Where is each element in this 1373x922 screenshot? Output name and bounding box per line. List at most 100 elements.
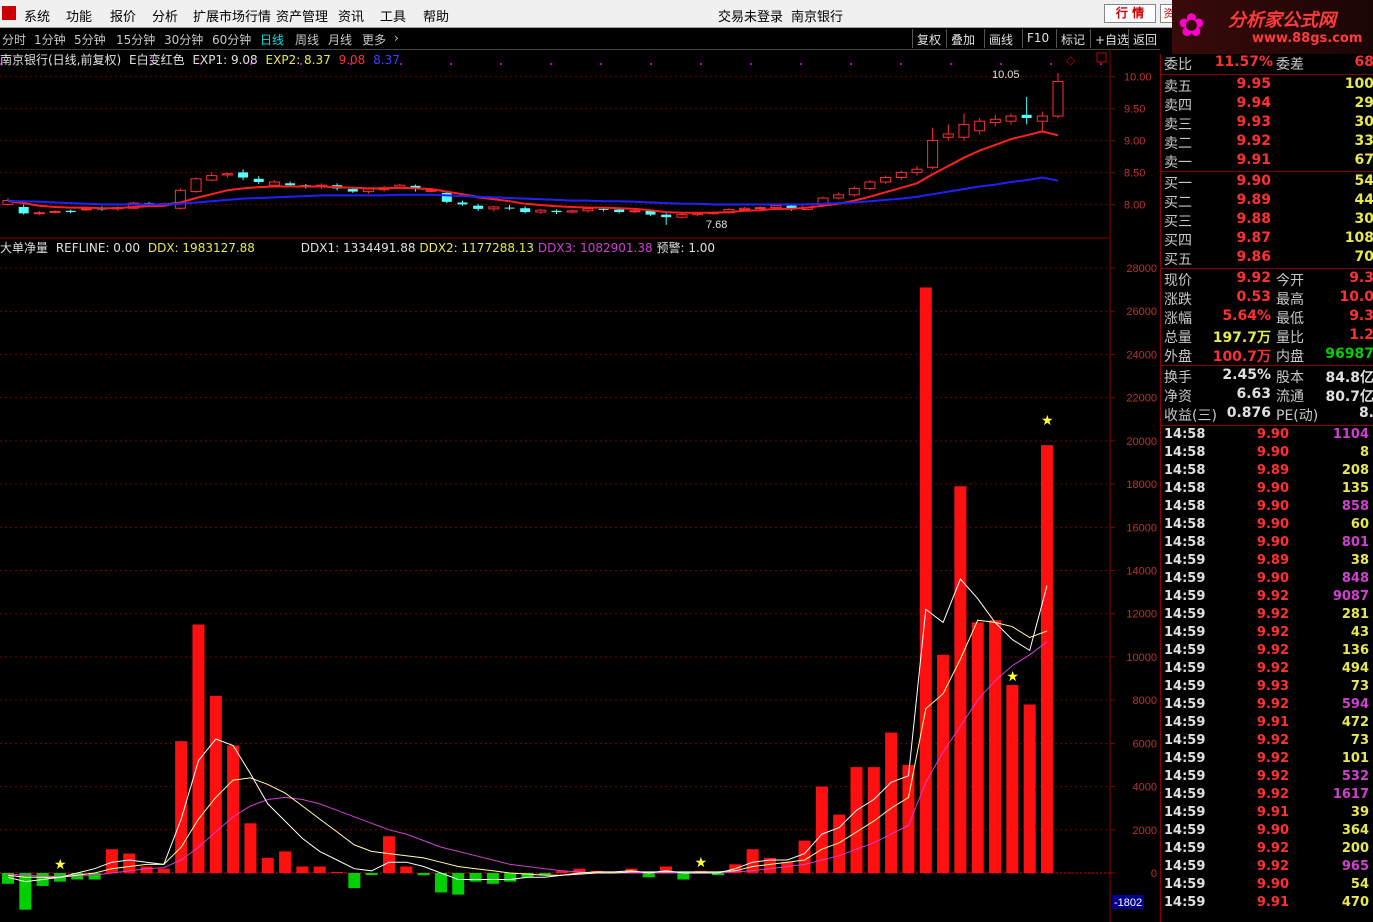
mark-button[interactable]: 标记 xyxy=(1056,29,1089,48)
candle-body xyxy=(206,175,218,181)
brand-title: 分析家公式网 xyxy=(1228,10,1336,31)
stat-value: 197.7万 xyxy=(1212,330,1271,346)
tick-price: 9.90 xyxy=(1256,481,1289,496)
ask-row[interactable]: 卖三 9.93 30 xyxy=(1161,114,1373,133)
ask-row[interactable]: 卖四 9.94 29 xyxy=(1161,95,1373,114)
stat-value: 1.2 xyxy=(1349,327,1373,343)
tick-price: 9.90 xyxy=(1256,877,1289,892)
candle-body xyxy=(190,178,202,193)
menu-info[interactable]: 资讯 xyxy=(338,6,364,25)
stock-name-title: 南京银行 xyxy=(791,10,844,25)
quote-button[interactable]: 行 情 xyxy=(1104,4,1156,23)
ddx-bar xyxy=(140,866,153,873)
bid-label: 买三 xyxy=(1164,214,1192,230)
chevron-right-icon[interactable]: › xyxy=(394,31,399,45)
stat-row: 现价 9.92 今开 9.3 xyxy=(1161,270,1373,289)
tick-volume: 858 xyxy=(1341,499,1369,514)
tick-row: 14:59 9.92 594 xyxy=(1161,697,1373,715)
stat-label: 今开 xyxy=(1276,273,1304,289)
stat-label: 总量 xyxy=(1164,330,1192,346)
period-toolbar: 分时 1分钟 5分钟 15分钟 30分钟 60分钟 日线 周线 月线 更多 › … xyxy=(0,28,1160,50)
tick-price: 9.90 xyxy=(1256,517,1289,532)
period-tab[interactable]: 30分钟 xyxy=(164,31,203,48)
fuquan-button[interactable]: 复权 xyxy=(912,29,945,48)
candle-body xyxy=(864,181,876,189)
period-tab-active[interactable]: 日线 xyxy=(260,31,284,48)
tick-price: 9.92 xyxy=(1256,625,1289,640)
alert-star-icon: ★ xyxy=(54,857,67,873)
menu-asset-management[interactable]: 资产管理 xyxy=(276,6,328,25)
candle-body xyxy=(1052,81,1064,117)
candle-body xyxy=(598,208,609,210)
bid-row[interactable]: 买三 9.88 30 xyxy=(1161,211,1373,230)
tick-time: 14:59 xyxy=(1164,661,1206,676)
menu-tools[interactable]: 工具 xyxy=(380,6,406,25)
period-tab[interactable]: 60分钟 xyxy=(212,31,251,48)
bid-row[interactable]: 买四 9.87 108 xyxy=(1161,230,1373,249)
flower-logo-icon: ✿ xyxy=(1178,6,1205,44)
tick-time: 14:59 xyxy=(1164,877,1206,892)
ddx-bar xyxy=(331,871,344,873)
tick-volume: 9087 xyxy=(1332,589,1369,604)
period-tab[interactable]: 月线 xyxy=(328,31,352,48)
period-tab[interactable]: 15分钟 xyxy=(116,31,155,48)
period-tab[interactable]: 5分钟 xyxy=(74,31,106,48)
period-tab-more[interactable]: 更多 xyxy=(362,31,386,48)
stat-label: 现价 xyxy=(1164,273,1192,289)
ask-row[interactable]: 卖二 9.92 33 xyxy=(1161,133,1373,152)
weibi-row: 委比 11.57% 委差 68 xyxy=(1161,54,1373,73)
tick-volume: 801 xyxy=(1341,535,1369,550)
bid-volume: 108 xyxy=(1344,230,1373,246)
ddx-bar xyxy=(348,873,361,889)
ask-row[interactable]: 卖五 9.95 100 xyxy=(1161,76,1373,95)
tick-price: 9.89 xyxy=(1256,553,1289,568)
menu-system[interactable]: 系统 xyxy=(24,6,50,25)
login-status[interactable]: 交易未登录 xyxy=(718,6,783,25)
tick-time: 14:58 xyxy=(1164,445,1206,460)
candle-body xyxy=(614,209,625,213)
bid-row[interactable]: 买二 9.89 44 xyxy=(1161,192,1373,211)
menu-extended-market[interactable]: 扩展市场行情 xyxy=(193,6,271,25)
tick-volume: 208 xyxy=(1341,463,1369,478)
period-tab[interactable]: 分时 xyxy=(2,31,26,48)
tick-time: 14:59 xyxy=(1164,625,1206,640)
tick-row: 14:58 9.90 60 xyxy=(1161,517,1373,535)
candle-body xyxy=(80,208,92,211)
weicha-label: 委差 xyxy=(1276,57,1304,73)
period-tab[interactable]: 1分钟 xyxy=(34,31,66,48)
overlay-button[interactable]: 叠加 xyxy=(946,29,979,48)
ddx-bar xyxy=(971,622,984,873)
ask-price: 9.91 xyxy=(1236,152,1271,168)
ask-label: 卖三 xyxy=(1164,117,1192,133)
main-chart-title: 南京银行(日线,前复权) xyxy=(0,53,122,67)
period-tab[interactable]: 周线 xyxy=(295,31,319,48)
menu-help[interactable]: 帮助 xyxy=(423,6,449,25)
candle-body xyxy=(942,133,954,138)
bid-label: 买一 xyxy=(1164,176,1192,192)
menu-quote[interactable]: 报价 xyxy=(110,6,136,25)
add-favorite-button[interactable]: +自选 xyxy=(1090,29,1133,48)
back-button[interactable]: 返回 xyxy=(1128,29,1161,48)
bid-volume: 70 xyxy=(1354,249,1373,265)
ask-label: 卖一 xyxy=(1164,155,1192,171)
chart-area[interactable]: 10.00 9.50 9.00 8.50 8.00 28000 26000 24000 220… xyxy=(0,50,1160,922)
tick-row: 14:59 9.92 494 xyxy=(1161,661,1373,679)
stat-value: 6.63 xyxy=(1236,386,1271,402)
bid-row[interactable]: 买五 9.86 70 xyxy=(1161,249,1373,268)
ddx-bar xyxy=(642,873,655,878)
draw-line-button[interactable]: 画线 xyxy=(984,29,1017,48)
ddx-bar xyxy=(504,873,517,882)
tick-row: 14:59 9.90 364 xyxy=(1161,823,1373,841)
bid-volume: 44 xyxy=(1354,192,1373,208)
menu-analysis[interactable]: 分析 xyxy=(152,6,178,25)
ask-row[interactable]: 卖一 9.91 67 xyxy=(1161,152,1373,171)
bid-label: 买五 xyxy=(1164,252,1192,268)
stat-label: 最低 xyxy=(1276,311,1304,327)
ddx-axis-label: 12000 xyxy=(1126,609,1157,621)
bid-row[interactable]: 买一 9.90 54 xyxy=(1161,173,1373,192)
f10-button[interactable]: F10 xyxy=(1022,29,1053,48)
tick-time: 14:58 xyxy=(1164,427,1206,442)
tick-price: 9.92 xyxy=(1256,751,1289,766)
menu-function[interactable]: 功能 xyxy=(66,6,92,25)
ddx-bar xyxy=(175,741,188,873)
